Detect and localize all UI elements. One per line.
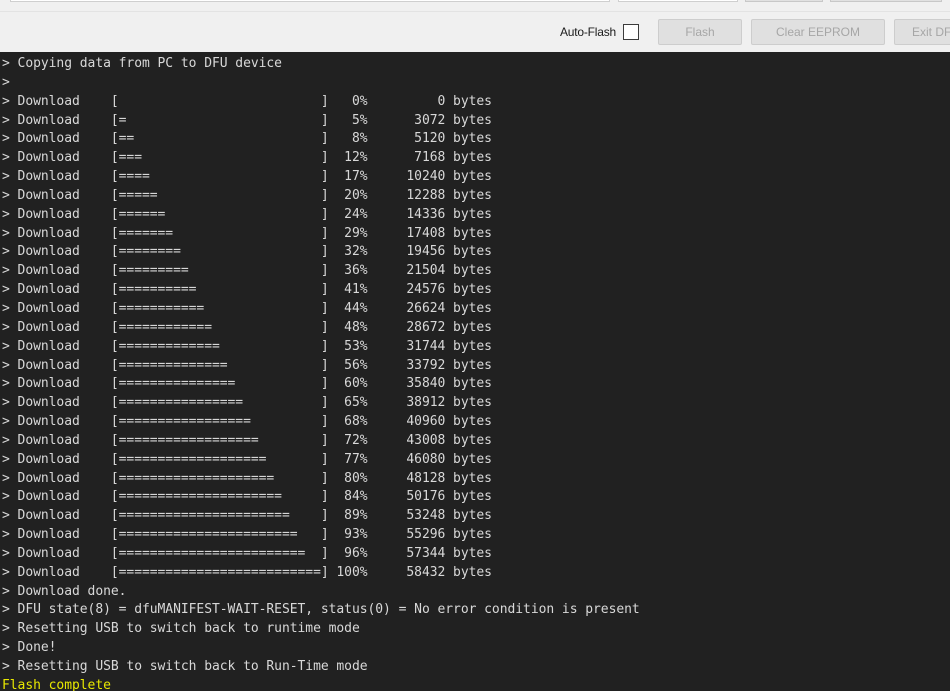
console-line: > Download [=== ] 12% 7168 bytes bbox=[2, 150, 492, 166]
console-line: > Download [== ] 8% 5120 bytes bbox=[2, 131, 492, 147]
clipped-button-1 bbox=[745, 0, 823, 2]
console-line: > Download [===== ] 20% 12288 bytes bbox=[2, 187, 492, 203]
console-line: > Resetting USB to switch back to runtim… bbox=[2, 621, 360, 637]
console-line: > Download [============== ] 56% 33792 b… bbox=[2, 357, 492, 373]
console-line: > Download [=================== ] 77% 46… bbox=[2, 451, 492, 467]
console-line: > Download [======================= ] 93… bbox=[2, 527, 492, 543]
console-line: > Download [========== ] 41% 24576 bytes bbox=[2, 282, 492, 298]
console-line: > Download done. bbox=[2, 583, 127, 599]
console-line: Flash complete bbox=[2, 676, 950, 691]
exit-dfu-button[interactable]: Exit DFU bbox=[894, 19, 950, 45]
console-line: > Download [========= ] 36% 21504 bytes bbox=[2, 263, 492, 279]
console-line: > Download [================== ] 72% 430… bbox=[2, 432, 492, 448]
dfu-programmer-window: Auto-Flash Flash Clear EEPROM Exit DFU >… bbox=[0, 0, 950, 691]
auto-flash-checkbox[interactable] bbox=[623, 24, 639, 40]
console-line: > Copying data from PC to DFU device bbox=[2, 56, 282, 71]
console-line: > Download [======== ] 32% 19456 bytes bbox=[2, 244, 492, 260]
console-line: > Download [==== ] 17% 10240 bytes bbox=[2, 169, 492, 185]
console-line: > Download [= ] 5% 3072 bytes bbox=[2, 112, 492, 128]
console-line: > Download [======================== ] 9… bbox=[2, 545, 492, 561]
console-line: > Download [===================== ] 84% … bbox=[2, 489, 492, 505]
console-line: > Download [============ ] 48% 28672 byt… bbox=[2, 319, 492, 335]
console-line: > Download [================ ] 65% 38912… bbox=[2, 395, 492, 411]
console-line: > Done! bbox=[2, 640, 57, 656]
console-line: > Download [======= ] 29% 17408 bytes bbox=[2, 225, 492, 241]
console-line: > Download [============= ] 53% 31744 by… bbox=[2, 338, 492, 354]
console-line: > DFU state(8) = dfuMANIFEST-WAIT-RESET,… bbox=[2, 602, 640, 618]
flash-toolbar: Auto-Flash Flash Clear EEPROM Exit DFU bbox=[0, 12, 950, 52]
console-line: > Download [=============== ] 60% 35840 … bbox=[2, 376, 492, 392]
console-line: > Download [==========================] … bbox=[2, 564, 492, 580]
console-line: > bbox=[2, 74, 10, 90]
clear-eeprom-button[interactable]: Clear EEPROM bbox=[751, 19, 885, 45]
flash-button[interactable]: Flash bbox=[658, 19, 742, 45]
console-line: > Resetting USB to switch back to Run-Ti… bbox=[2, 659, 368, 674]
console-line: > Download [====================== ] 89%… bbox=[2, 508, 492, 524]
console-line: > Download [==================== ] 80% 4… bbox=[2, 470, 492, 486]
console-line: > Download [ ] 0% 0 bytes bbox=[2, 93, 492, 109]
clipped-text-field-2 bbox=[618, 0, 738, 2]
auto-flash-label: Auto-Flash bbox=[559, 25, 616, 39]
console-line: > Download [====== ] 24% 14336 bytes bbox=[2, 206, 492, 222]
console-line: > Download [================= ] 68% 4096… bbox=[2, 414, 492, 430]
clipped-button-2 bbox=[830, 0, 942, 2]
auto-flash-group[interactable]: Auto-Flash bbox=[560, 24, 639, 40]
clipped-text-field bbox=[10, 0, 610, 2]
console-output[interactable]: > Copying data from PC to DFU device > > D… bbox=[0, 52, 950, 691]
console-line: > Download [=========== ] 44% 26624 byte… bbox=[2, 300, 492, 316]
